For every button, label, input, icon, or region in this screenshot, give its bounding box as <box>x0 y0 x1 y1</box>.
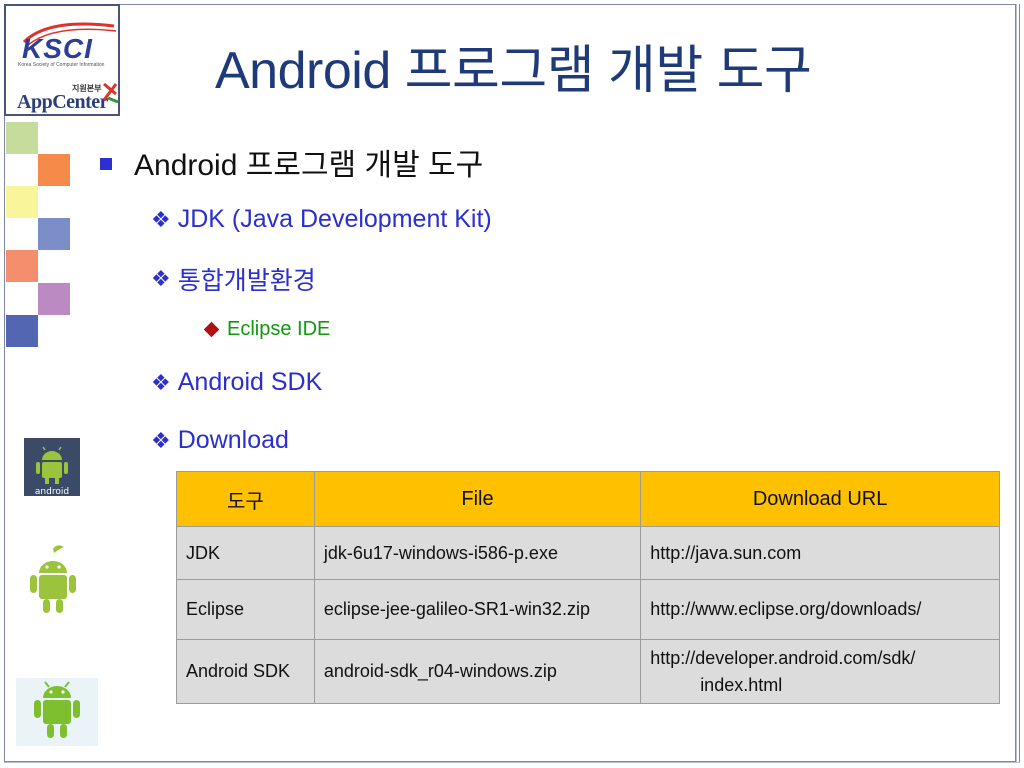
table-cell-file: eclipse-jee-galileo-SR1-win32.zip <box>313 579 642 640</box>
slide-frame-bottom <box>4 762 1020 765</box>
android-logo-icon: android <box>24 438 80 496</box>
bullet-sdk-text: Android SDK <box>177 368 323 396</box>
table-cell-file: jdk-6u17-windows-i586-p.exe <box>313 526 642 580</box>
table-header-cell: Download URL <box>640 471 1000 527</box>
table-header-cell: File <box>313 471 642 527</box>
bullet-jdk-text: JDK (Java Development Kit) <box>177 205 492 233</box>
download-table: 도구 File Download URL JDK jdk-6u17-window… <box>176 471 1000 704</box>
table-cell-url: http://java.sun.com <box>640 526 1000 580</box>
table-cell-url: http://developer.android.com/sdk/ index.… <box>640 639 1000 704</box>
table-cell-url: http://www.eclipse.org/downloads/ <box>640 579 1000 640</box>
diamond-bullet-icon: ❖ <box>151 266 171 291</box>
deco-square <box>6 186 38 218</box>
table-cell-tool: Android SDK <box>176 639 315 704</box>
slide-title: Android 프로그램 개발 도구 <box>215 42 812 100</box>
table-row: JDK jdk-6u17-windows-i586-p.exe http://j… <box>176 526 1000 580</box>
android-robot-icon <box>16 678 98 746</box>
android-robot-icon <box>30 545 76 613</box>
appcenter-mark-icon <box>102 82 119 104</box>
diamond-bullet-icon: ❖ <box>151 427 171 453</box>
logo-box: KSCI Korea Society of Computer Informati… <box>4 4 120 116</box>
table-cell-tool: Eclipse <box>176 579 315 640</box>
ksci-logo: KSCI <box>22 22 117 62</box>
deco-square <box>6 250 38 282</box>
bullet-download-text: Download <box>177 426 289 454</box>
red-diamond-bullet-icon <box>203 321 220 338</box>
bullet-ide-env-text: 통합개발환경 <box>177 267 316 295</box>
bullet-main-text: Android 프로그램 개발 도구 <box>134 149 484 182</box>
diamond-bullet-icon: ❖ <box>151 369 171 395</box>
bullet-eclipse: Eclipse IDE <box>203 318 330 341</box>
bullet-eclipse-text: Eclipse IDE <box>227 318 331 340</box>
deco-square <box>6 315 38 347</box>
table-row: Eclipse eclipse-jee-galileo-SR1-win32.zi… <box>176 579 1000 640</box>
bullet-ide-env: ❖ 통합개발환경 <box>151 261 316 297</box>
table-cell-url-line2: index.html <box>700 674 783 695</box>
table-cell-file: android-sdk_r04-windows.zip <box>313 639 642 704</box>
android-logo-text: android <box>35 487 69 496</box>
ksci-text: KSCI <box>22 33 93 62</box>
deco-square <box>38 154 70 186</box>
table-header-cell: 도구 <box>176 471 315 527</box>
ksci-subtitle: Korea Society of Computer Information <box>18 62 105 68</box>
bullet-download: ❖ Download <box>151 426 289 455</box>
slide-frame-right <box>1016 4 1020 762</box>
diamond-bullet-icon: ❖ <box>151 206 171 232</box>
deco-square <box>38 283 70 315</box>
deco-square <box>6 122 38 154</box>
square-bullet-icon <box>100 158 112 170</box>
bullet-main: Android 프로그램 개발 도구 <box>100 140 483 184</box>
table-header-row: 도구 File Download URL <box>176 471 1000 527</box>
appcenter-logo: AppCenter <box>17 91 109 113</box>
table-cell-tool: JDK <box>176 526 315 580</box>
bullet-sdk: ❖ Android SDK <box>151 368 322 397</box>
bullet-jdk: ❖ JDK (Java Development Kit) <box>151 205 492 234</box>
table-cell-url-line1: http://developer.android.com/sdk/ <box>650 647 916 668</box>
table-row: Android SDK android-sdk_r04-windows.zip … <box>176 639 1000 704</box>
deco-square <box>38 218 70 250</box>
